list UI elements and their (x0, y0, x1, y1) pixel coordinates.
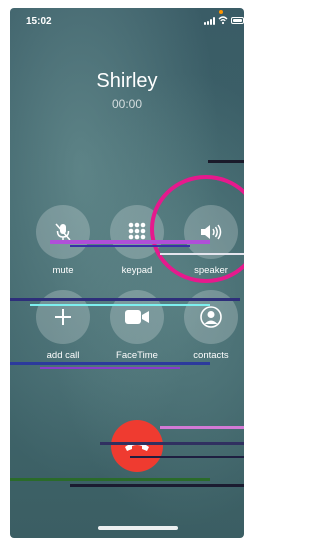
contacts-icon (200, 306, 222, 328)
battery-icon (231, 17, 244, 24)
glitch-line (40, 367, 180, 369)
end-call-button[interactable] (111, 420, 163, 472)
call-duration: 00:00 (111, 97, 143, 111)
glitch-line (10, 362, 210, 365)
status-bar: 15:02 (10, 8, 244, 32)
mute-button[interactable] (36, 205, 90, 259)
glitch-line (70, 245, 190, 247)
glitch-line (10, 478, 210, 481)
home-indicator[interactable] (98, 526, 178, 530)
video-camera-icon (125, 310, 149, 324)
cellular-signal-icon (204, 17, 216, 25)
glitch-line (50, 240, 210, 244)
activity-indicator-dot (219, 10, 223, 14)
glitch-line (100, 442, 244, 445)
glitch-line (30, 304, 210, 306)
status-time: 15:02 (26, 16, 52, 27)
glitch-line (160, 253, 244, 255)
plus-icon (55, 309, 71, 325)
glitch-line (130, 456, 244, 458)
phone-screen: 15:02 Shirley 00:00 mute keypad speaker … (10, 8, 244, 538)
glitch-line (10, 298, 240, 301)
wifi-icon (218, 16, 228, 25)
contacts-label: contacts (193, 350, 229, 361)
glitch-line (160, 426, 244, 429)
glitch-line (208, 160, 244, 163)
caller-name: Shirley (96, 70, 158, 92)
glitch-line (70, 484, 244, 487)
